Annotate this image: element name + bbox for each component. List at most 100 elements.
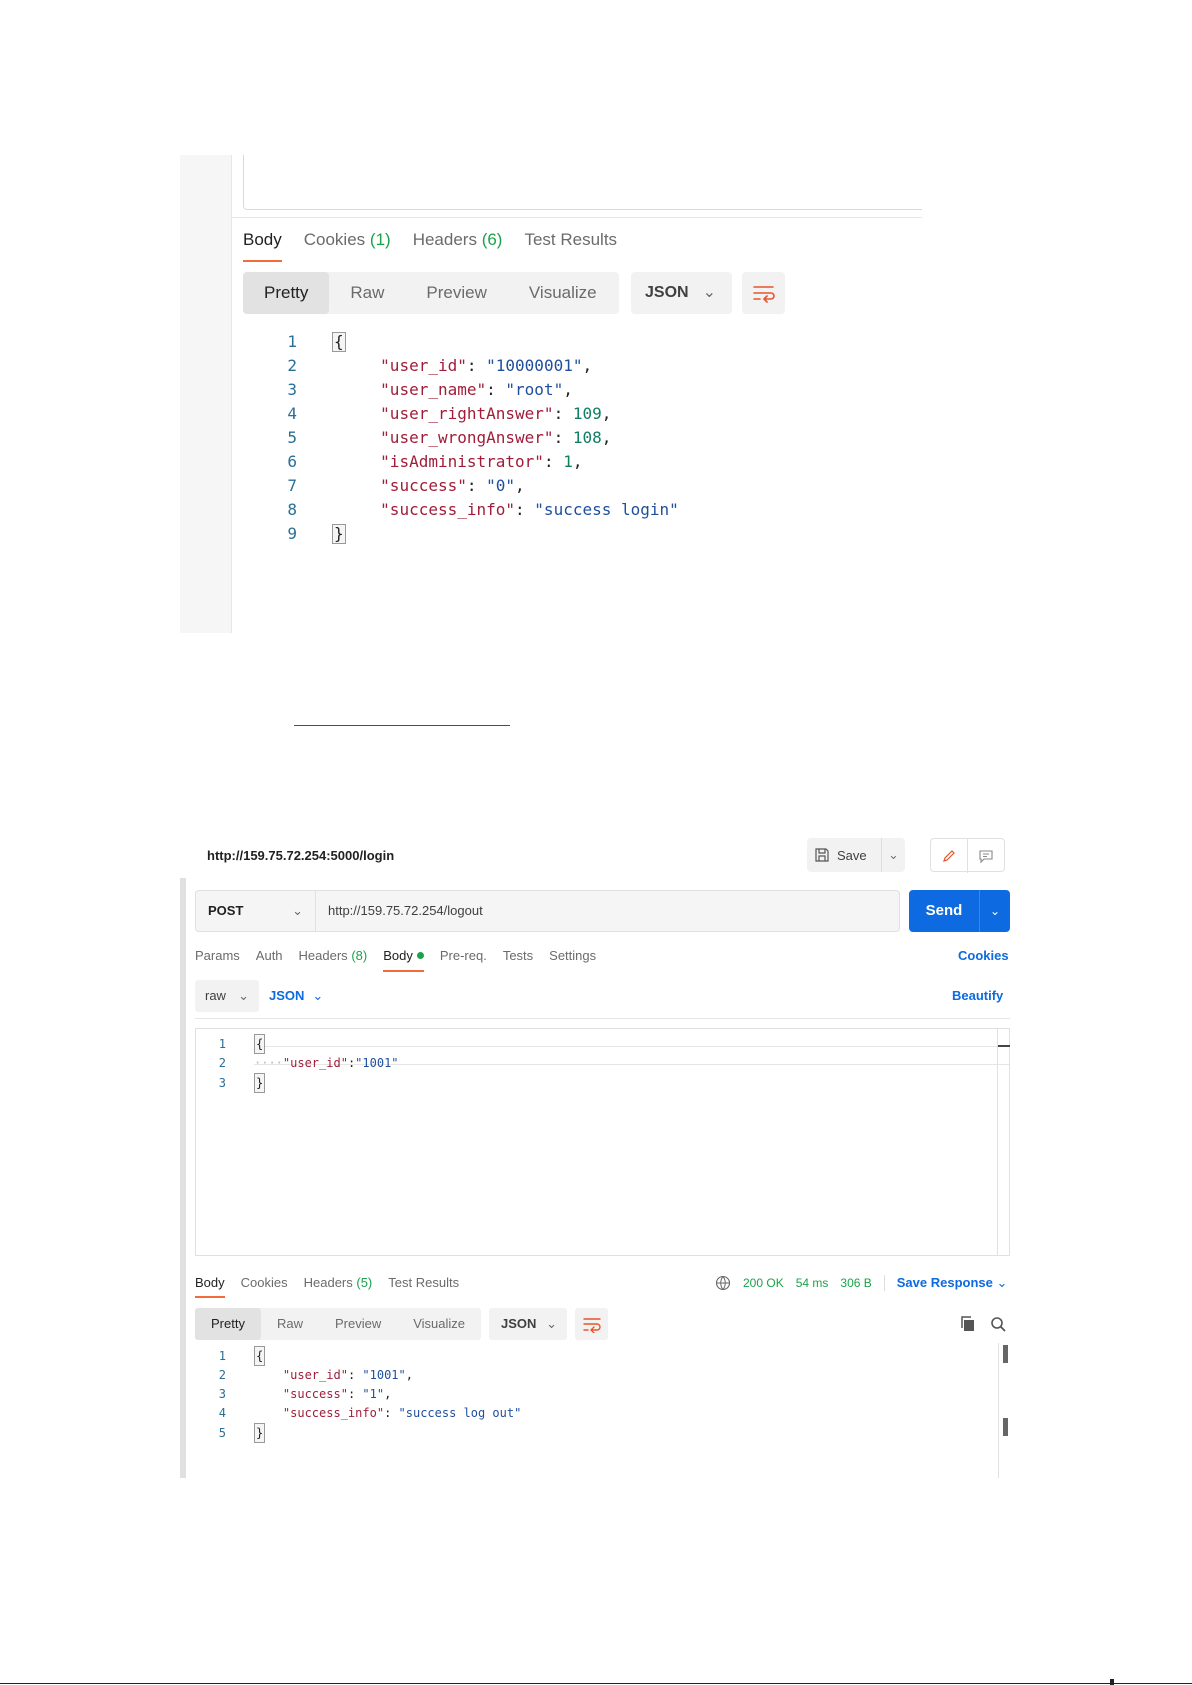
view-pretty[interactable]: Pretty: [243, 272, 330, 314]
divider: [195, 1018, 1010, 1019]
view-preview[interactable]: Preview: [405, 272, 507, 314]
format-label: JSON: [645, 284, 689, 301]
save-response-button[interactable]: Save Response ⌄: [897, 1275, 1008, 1291]
code-line: 8 "success_info": "success login": [287, 500, 679, 519]
tab-headers[interactable]: Headers (5): [304, 1275, 373, 1298]
tab-test-results[interactable]: Test Results: [388, 1275, 459, 1298]
response-actions: [960, 1308, 1006, 1340]
tab-settings[interactable]: Settings: [549, 948, 596, 972]
save-dropdown-chevron-icon[interactable]: ⌄: [881, 838, 905, 872]
response-json: 1{ 2 "user_id": "1001", 3 "success": "1"…: [206, 1346, 521, 1443]
view-raw[interactable]: Raw: [261, 1308, 319, 1340]
tab-auth[interactable]: Auth: [256, 948, 283, 972]
tab-cookies[interactable]: Cookies: [241, 1275, 288, 1298]
tab-body[interactable]: Body: [383, 948, 424, 972]
view-preview[interactable]: Preview: [319, 1308, 397, 1340]
page-number-mark: [1110, 1679, 1114, 1685]
code-line: 6 "isAdministrator": 1,: [287, 452, 583, 471]
body-mode-label: raw: [205, 988, 226, 1003]
tab-pre-request[interactable]: Pre-req.: [440, 948, 487, 972]
editor-scrollbar[interactable]: [997, 1029, 1010, 1255]
code-line: 7 "success": "0",: [287, 476, 525, 495]
code-line: 1{: [206, 1034, 399, 1054]
request-body-editor[interactable]: [243, 155, 922, 210]
response-toolbar: Pretty Raw Preview Visualize JSON ⌄: [195, 1308, 609, 1340]
comment-icon[interactable]: [968, 839, 1005, 873]
search-icon[interactable]: [990, 1316, 1006, 1332]
code-line: 5 "user_wrongAnswer": 108,: [287, 428, 612, 447]
hyperlink-underline[interactable]: [294, 725, 510, 726]
wrap-lines-button[interactable]: [742, 272, 785, 314]
send-options-chevron-icon[interactable]: ⌄: [979, 890, 1010, 932]
view-raw[interactable]: Raw: [329, 272, 405, 314]
tab-params[interactable]: Params: [195, 948, 240, 972]
request-title: http://159.75.72.254:5000/login: [207, 848, 395, 863]
wrap-lines-button[interactable]: [575, 1308, 609, 1340]
save-button[interactable]: Save ⌄: [807, 838, 905, 872]
code-line: 3 "user_name": "root",: [287, 380, 573, 399]
view-visualize[interactable]: Visualize: [397, 1308, 481, 1340]
view-mode-segment: Pretty Raw Preview Visualize: [243, 272, 619, 314]
cookies-link[interactable]: Cookies: [958, 948, 1009, 963]
tab-cookies[interactable]: Cookies (1): [304, 230, 391, 262]
response-time[interactable]: 54 ms: [796, 1276, 829, 1290]
url-input[interactable]: http://159.75.72.254/logout: [316, 891, 899, 931]
tab-test-results[interactable]: Test Results: [524, 230, 617, 262]
request-tabs: Params Auth Headers (8) Body Pre-req. Te…: [195, 948, 596, 972]
code-line: 1{: [287, 332, 346, 352]
chevron-down-icon: ⌄: [238, 988, 249, 1003]
response-scrollbar[interactable]: [998, 1343, 1010, 1478]
copy-icon[interactable]: [960, 1316, 976, 1332]
wrap-lines-icon: [753, 286, 775, 303]
chevron-down-icon: ⌄: [996, 1275, 1008, 1290]
method-label: POST: [208, 903, 244, 918]
sidebar-gutter: [180, 155, 232, 633]
view-toggle: [930, 838, 1005, 873]
response-size[interactable]: 306 B: [840, 1276, 871, 1290]
beautify-button[interactable]: Beautify: [952, 988, 1003, 1003]
scrollbar-thumb[interactable]: [1003, 1345, 1008, 1363]
chevron-down-icon: ⌄: [702, 284, 716, 301]
code-line: 2 "user_id": "1001",: [218, 1368, 413, 1382]
scrollbar-thumb[interactable]: [998, 1045, 1010, 1047]
chevron-down-icon: ⌄: [292, 903, 303, 918]
send-label: Send: [925, 902, 963, 919]
body-type-bar: raw ⌄ JSON ⌄: [195, 980, 323, 1012]
tab-tests[interactable]: Tests: [503, 948, 533, 972]
code-line: 1{: [206, 1346, 521, 1366]
code-line: 9}: [287, 524, 346, 544]
wrap-lines-icon: [582, 1318, 601, 1333]
format-label: JSON: [501, 1316, 537, 1331]
tab-headers[interactable]: Headers (8): [299, 948, 368, 972]
send-button[interactable]: Send ⌄: [909, 890, 1010, 932]
pencil-icon[interactable]: [931, 839, 968, 873]
response-tabs: Body Cookies (1) Headers (6) Test Result…: [243, 230, 617, 262]
status-code[interactable]: 200 OK: [743, 1276, 784, 1290]
response-json: 1{ 2 "user_id": "10000001", 3 "user_name…: [275, 330, 679, 546]
response-tabs: Body Cookies Headers (5) Test Results: [195, 1275, 459, 1298]
response-status: 200 OK 54 ms 306 B Save Response ⌄: [715, 1275, 1007, 1291]
left-border: [180, 878, 186, 1478]
format-select[interactable]: JSON ⌄: [631, 272, 732, 314]
scrollbar-thumb[interactable]: [1003, 1418, 1008, 1436]
divider: [232, 217, 922, 218]
body-format-select[interactable]: JSON ⌄: [269, 988, 323, 1004]
tab-body[interactable]: Body: [195, 1275, 225, 1298]
body-mode-select[interactable]: raw ⌄: [195, 980, 259, 1012]
save-icon: [807, 838, 837, 872]
format-select[interactable]: JSON ⌄: [489, 1308, 568, 1340]
tab-headers[interactable]: Headers (6): [413, 230, 503, 262]
globe-icon[interactable]: [715, 1275, 731, 1291]
method-select[interactable]: POST ⌄: [196, 891, 316, 931]
code-line: 5}: [206, 1423, 521, 1443]
body-format-label: JSON: [269, 988, 305, 1003]
code-line: 4 "user_rightAnswer": 109,: [287, 404, 612, 423]
view-visualize[interactable]: Visualize: [508, 272, 618, 314]
divider: [883, 1275, 885, 1291]
chevron-down-icon: ⌄: [546, 1316, 558, 1331]
chevron-down-icon: ⌄: [312, 988, 324, 1003]
tab-body[interactable]: Body: [243, 230, 282, 262]
response-panel-login: Body Cookies (1) Headers (6) Test Result…: [180, 155, 922, 633]
view-pretty[interactable]: Pretty: [195, 1308, 261, 1340]
request-json: 1{ 2 ····"user_id":"1001" 3}: [206, 1034, 399, 1093]
